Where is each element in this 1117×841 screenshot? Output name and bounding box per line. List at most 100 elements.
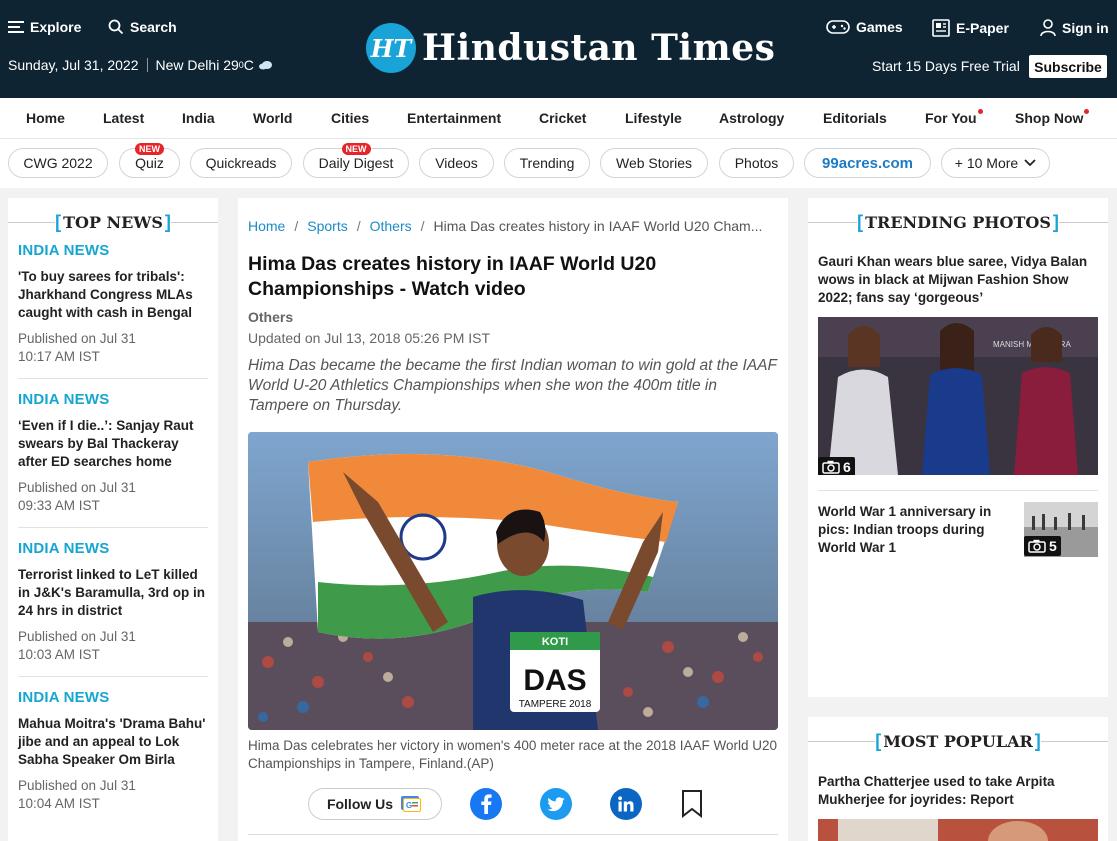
chip-quickreads[interactable]: Quickreads (190, 148, 292, 178)
divider (1040, 741, 1108, 742)
published-date: Published on Jul 31 (18, 480, 136, 495)
news-title[interactable]: Mahua Moitra's 'Drama Bahu' jibe and an … (18, 715, 208, 769)
news-title[interactable]: 'To buy sarees for tribals': Jharkhand C… (18, 268, 208, 322)
section-title: TRENDING PHOTOS (865, 213, 1051, 232)
site-logo[interactable]: HT Hindustan Times (366, 20, 775, 76)
nav-shop-now[interactable]: Shop Now (1015, 109, 1090, 126)
linkedin-share-button[interactable] (610, 788, 642, 820)
chip-more[interactable]: + 10 More (941, 148, 1050, 178)
chip-label: Videos (435, 155, 478, 171)
section-title: TOP NEWS (63, 213, 163, 232)
news-category[interactable]: INDIA NEWS (18, 689, 208, 706)
chip-label: Quiz (135, 155, 164, 171)
breadcrumb-others[interactable]: Others (370, 218, 412, 234)
most-popular-heading: [ MOST POPULAR ] (808, 731, 1108, 752)
article-panel: Home / Sports / Others / Hima Das create… (238, 198, 788, 841)
most-popular-title[interactable]: Partha Chatterjee used to take Arpita Mu… (818, 773, 1102, 809)
most-popular-image[interactable] (818, 819, 1098, 841)
article-hero-image[interactable]: KOTI DAS TAMPERE 2018 (248, 432, 778, 730)
follow-us-button[interactable]: Follow Us G (308, 788, 442, 820)
nav-lifestyle[interactable]: Lifestyle (625, 110, 682, 126)
divider (808, 222, 858, 223)
subscribe-button[interactable]: Subscribe (1029, 55, 1107, 78)
logo-text: Hindustan Times (422, 27, 776, 69)
nav-entertainment[interactable]: Entertainment (407, 110, 501, 126)
date-weather: Sunday, Jul 31, 2022 New Delhi 29 0 C (8, 57, 274, 73)
news-category[interactable]: INDIA NEWS (18, 391, 208, 408)
published-date: Published on Jul 31 (18, 331, 136, 346)
news-category[interactable]: INDIA NEWS (18, 242, 208, 259)
temp-unit: C (243, 57, 254, 73)
chip-cwg-2022[interactable]: CWG 2022 (8, 148, 108, 178)
nav-india[interactable]: India (182, 110, 215, 126)
twitter-share-button[interactable] (540, 788, 572, 820)
chip-label: + 10 More (954, 155, 1019, 171)
search-button[interactable]: Search (108, 19, 177, 35)
chip-label: 99acres.com (822, 154, 913, 172)
games-label: Games (856, 19, 903, 35)
nav-latest[interactable]: Latest (103, 110, 144, 126)
image-caption: Hima Das celebrates her victory in women… (248, 738, 778, 771)
chip-web-stories[interactable]: Web Stories (600, 148, 708, 178)
menu-icon (8, 21, 24, 33)
nav-for-you[interactable]: For You (925, 109, 983, 126)
trending-photo-image[interactable]: MANISH MALHOTRA 6 (818, 317, 1098, 475)
breadcrumb-separator: / (294, 218, 299, 234)
article-updated: Updated on Jul 13, 2018 05:26 PM IST (248, 330, 491, 346)
trending-photo-title[interactable]: World War 1 anniversary in pics: Indian … (818, 503, 1008, 557)
chip-photos[interactable]: Photos (719, 148, 794, 178)
chip-daily-digest[interactable]: NEW Daily Digest (303, 143, 409, 178)
date-text: Sunday, Jul 31, 2022 (8, 57, 139, 73)
breadcrumb-current: Hima Das creates history in IAAF World U… (433, 218, 763, 234)
trending-photo-thumb[interactable]: 5 (1024, 502, 1098, 557)
games-button[interactable]: Games (826, 19, 903, 35)
chip-quiz[interactable]: NEW Quiz (119, 143, 180, 178)
new-badge: NEW (135, 143, 164, 155)
top-news-item[interactable]: INDIA NEWS Mahua Moitra's 'Drama Bahu' j… (18, 689, 208, 813)
gamepad-icon (826, 20, 850, 34)
athlete-photo: KOTI DAS TAMPERE 2018 (248, 432, 778, 730)
nav-astrology[interactable]: Astrology (719, 110, 784, 126)
gallery-photo: MANISH MALHOTRA (818, 317, 1098, 475)
nav-home[interactable]: Home (26, 110, 65, 126)
nav-world[interactable]: World (253, 110, 292, 126)
nav-cities[interactable]: Cities (331, 110, 369, 126)
bib-sponsor: KOTI (542, 636, 568, 648)
breadcrumb-separator: / (356, 218, 361, 234)
bookmark-button[interactable] (676, 788, 708, 820)
news-published: Published on Jul 31 09:33 AM IST (18, 479, 208, 515)
chip-label: Trending (519, 155, 575, 171)
camera-icon (1028, 539, 1046, 553)
explore-button[interactable]: Explore (8, 19, 81, 35)
news-published: Published on Jul 31 10:04 AM IST (18, 777, 208, 813)
nav-editorials[interactable]: Editorials (823, 110, 887, 126)
chip-label: Web Stories (616, 155, 692, 171)
chip-videos[interactable]: Videos (419, 148, 494, 178)
top-news-item[interactable]: INDIA NEWS 'To buy sarees for tribals': … (18, 242, 208, 366)
published-time: 10:04 AM IST (18, 796, 100, 811)
news-title[interactable]: Terrorist linked to LeT killed in J&K's … (18, 566, 208, 620)
chip-trending[interactable]: Trending (504, 148, 590, 178)
trending-photo-title[interactable]: Gauri Khan wears blue saree, Vidya Balan… (818, 253, 1102, 307)
published-date: Published on Jul 31 (18, 778, 136, 793)
divider (248, 834, 778, 835)
article-section[interactable]: Others (248, 309, 293, 325)
news-title[interactable]: ‘Even if I die..’: Sanjay Raut swears by… (18, 417, 208, 471)
top-news-item[interactable]: INDIA NEWS ‘Even if I die..’: Sanjay Rau… (18, 391, 208, 515)
divider (18, 378, 208, 379)
divider (170, 222, 219, 223)
chip-99acres[interactable]: 99acres.com (804, 148, 931, 178)
facebook-share-button[interactable] (470, 788, 502, 820)
signin-button[interactable]: Sign in (1040, 19, 1109, 37)
nav-cricket[interactable]: Cricket (539, 110, 586, 126)
chevron-down-icon (1024, 159, 1036, 167)
svg-text:G: G (406, 801, 412, 810)
chip-label: Photos (734, 155, 779, 171)
divider (146, 58, 148, 72)
breadcrumb-home[interactable]: Home (248, 218, 285, 234)
top-news-item[interactable]: INDIA NEWS Terrorist linked to LeT kille… (18, 540, 208, 664)
news-category[interactable]: INDIA NEWS (18, 540, 208, 557)
facebook-icon (481, 794, 492, 814)
breadcrumb-sports[interactable]: Sports (307, 218, 347, 234)
epaper-button[interactable]: E-Paper (932, 19, 1009, 37)
